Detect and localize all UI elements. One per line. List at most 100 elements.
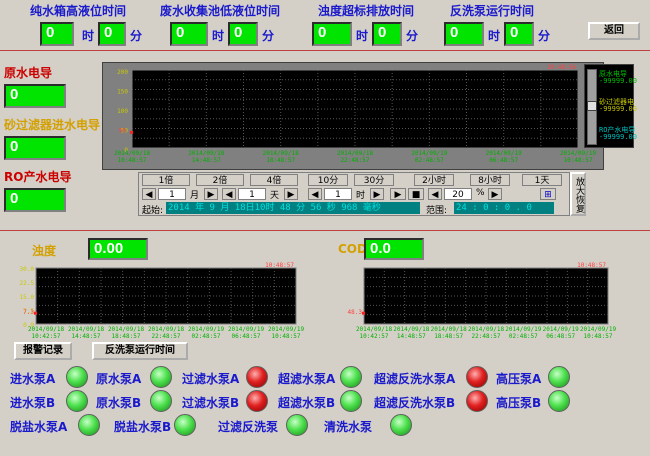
y-tick-label: 150: [117, 89, 128, 96]
grid-toggle-icon[interactable]: ⊞: [540, 188, 556, 200]
x-tick-date: 2014/09/19: [486, 150, 523, 157]
hour-unit: 时: [488, 29, 501, 43]
zoom-restore-button[interactable]: 放大恢复: [570, 172, 586, 216]
x-tick-time: 10:48:57: [564, 157, 593, 164]
prev-percent-button[interactable]: ◀: [428, 188, 442, 200]
x-tick-time: 06:48:57: [546, 333, 575, 340]
chart-timestamp: 10:48:57: [577, 262, 606, 269]
pump-status-lamp-icon[interactable]: [66, 366, 88, 388]
pump-status-lamp-icon[interactable]: [150, 366, 172, 388]
main-chart-legend: 原水电导 -99999.00 砂过滤器电 -99999.00 RO产水电导 -9…: [584, 64, 637, 148]
x-tick-time: 02:48:57: [192, 333, 221, 340]
turbidity-label: 浊度: [32, 244, 57, 258]
prev-day-button[interactable]: ◀: [222, 188, 236, 200]
next-month-button[interactable]: ▶: [204, 188, 218, 200]
pump-status-lamp-icon[interactable]: [548, 390, 570, 412]
x-tick-date: 2014/09/19: [188, 326, 225, 333]
x-tick-date: 2014/09/18: [188, 150, 225, 157]
day-unit: 天: [270, 191, 280, 201]
range-8h-button[interactable]: 8小时: [470, 174, 510, 186]
x-tick-date: 2014/09/19: [560, 150, 597, 157]
prev-hour-button[interactable]: ◀: [308, 188, 322, 200]
hour-unit: 时: [212, 29, 225, 43]
pump-label: 超滤水泵A: [278, 372, 336, 386]
range-2h-button[interactable]: 2小时: [414, 174, 454, 186]
start-time-field[interactable]: 2014 年 9 月 18日10时 48 分 56 秒 968 毫秒: [166, 202, 420, 214]
percent-input[interactable]: 20: [444, 188, 472, 200]
x-tick-date: 2014/09/19: [580, 326, 616, 333]
chart-timestamp: 10:48:56: [547, 64, 576, 71]
pump-label: 原水泵B: [96, 396, 142, 410]
y-marker-label: 48.3: [348, 309, 363, 316]
zoom-2x-button[interactable]: 2倍: [196, 174, 244, 186]
alarm-record-button[interactable]: 报警记录: [14, 342, 72, 360]
pump-status-lamp-icon[interactable]: [340, 390, 362, 412]
stop-button[interactable]: ■: [408, 188, 424, 200]
legend-value: -99999.00: [599, 133, 637, 141]
next-percent-button[interactable]: ▶: [488, 188, 502, 200]
prev-month-button[interactable]: ◀: [142, 188, 156, 200]
timer-turbidity-hours: 0: [312, 22, 352, 46]
x-tick-date: 2014/09/18: [28, 326, 65, 333]
day-input[interactable]: 1: [238, 188, 266, 200]
range-1day-button[interactable]: 1天: [522, 174, 562, 186]
y-tick-label: 200: [117, 69, 128, 76]
pump-label: 超滤反洗水泵B: [374, 396, 456, 410]
timer-title-backwash: 反洗泵运行时间: [450, 4, 535, 18]
next-day-button[interactable]: ▶: [284, 188, 298, 200]
x-tick-time: 22:48:57: [152, 333, 181, 340]
main-trend-chart[interactable]: 2001501005005010:48:562014/09/1810:48:57…: [102, 62, 604, 170]
pump-status-lamp-icon[interactable]: [150, 390, 172, 412]
play-button[interactable]: ▶: [390, 188, 406, 200]
hour-unit: 时: [82, 29, 95, 43]
hour-input[interactable]: 1: [324, 188, 352, 200]
pump-status-lamp-icon[interactable]: [246, 366, 268, 388]
pump-status-lamp-icon[interactable]: [466, 390, 488, 412]
x-tick-time: 18:48:57: [266, 157, 295, 164]
x-tick-time: 10:48:57: [272, 333, 301, 340]
pump-label: 进水泵B: [10, 396, 56, 410]
x-tick-date: 2014/09/18: [108, 326, 145, 333]
next-hour-button[interactable]: ▶: [370, 188, 384, 200]
pump-status-lamp-icon[interactable]: [466, 366, 488, 388]
x-tick-time: 06:48:57: [232, 333, 261, 340]
cod-trend-chart[interactable]: 48.310:48:572014/09/1810:42:572014/09/18…: [336, 260, 616, 342]
pump-status-lamp-icon[interactable]: [66, 390, 88, 412]
range-10min-button[interactable]: 10分: [308, 174, 348, 186]
range-30min-button[interactable]: 30分: [354, 174, 394, 186]
x-tick-time: 18:48:57: [112, 333, 141, 340]
range-field[interactable]: 24 : 0 : 0 . 0: [454, 202, 554, 214]
pump-status-lamp-icon[interactable]: [174, 414, 196, 436]
pump-status-lamp-icon[interactable]: [286, 414, 308, 436]
pump-label: 脱盐水泵A: [10, 420, 68, 434]
pump-label: 高压泵A: [496, 372, 542, 386]
back-button[interactable]: 返回: [588, 22, 640, 40]
pump-status-lamp-icon[interactable]: [78, 414, 100, 436]
timer-pure-tank-minutes: 0: [98, 22, 126, 46]
pump-status-lamp-icon[interactable]: [246, 390, 268, 412]
pump-status-lamp-icon[interactable]: [340, 366, 362, 388]
month-input[interactable]: 1: [158, 188, 186, 200]
zoom-4x-button[interactable]: 4倍: [250, 174, 298, 186]
x-tick-time: 22:48:57: [472, 333, 501, 340]
x-tick-time: 02:48:57: [415, 157, 444, 164]
x-tick-date: 2014/09/18: [263, 150, 300, 157]
min-unit: 分: [130, 29, 143, 43]
raw-conductivity-label: 原水电导: [4, 66, 53, 80]
x-tick-time: 06:48:57: [489, 157, 518, 164]
turbidity-trend-chart[interactable]: 30.022.515.07.50.07.310:48:572014/09/181…: [8, 260, 304, 342]
pump-status-lamp-icon[interactable]: [548, 366, 570, 388]
raw-conductivity-value: 0: [4, 84, 66, 108]
pump-label: 原水泵A: [96, 372, 142, 386]
sand-filter-conductivity-value: 0: [4, 136, 66, 160]
pump-label: 超滤水泵B: [278, 396, 336, 410]
timer-title-pure-tank: 纯水箱高液位时间: [30, 4, 127, 18]
legend-scroll-thumb[interactable]: [587, 101, 597, 111]
x-tick-date: 2014/09/19: [543, 326, 580, 333]
zoom-1x-button[interactable]: 1倍: [142, 174, 190, 186]
pump-label: 高压泵B: [496, 396, 542, 410]
y-marker: [362, 311, 365, 315]
backwash-runtime-button[interactable]: 反洗泵运行时间: [92, 342, 188, 360]
x-tick-time: 22:48:57: [341, 157, 370, 164]
pump-status-lamp-icon[interactable]: [390, 414, 412, 436]
